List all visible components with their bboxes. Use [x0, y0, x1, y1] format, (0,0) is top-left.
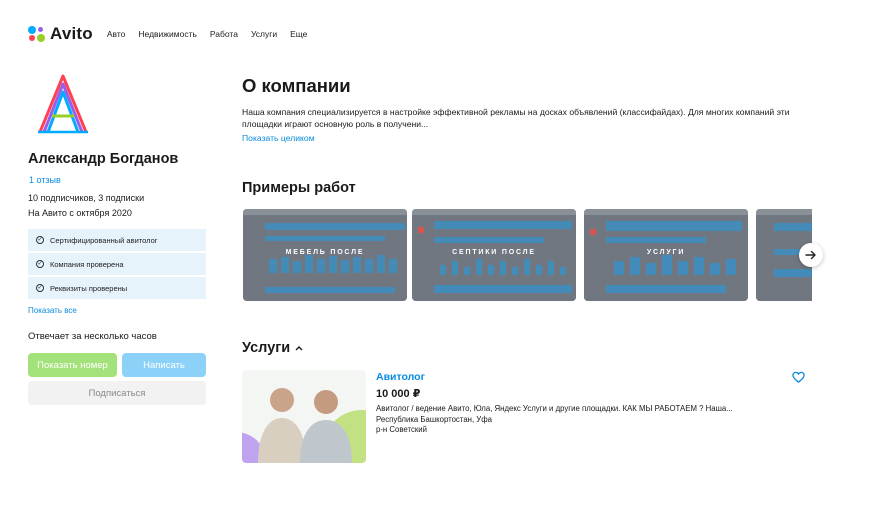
nav-item-auto[interactable]: Авто: [107, 29, 126, 39]
avatar: [38, 74, 88, 134]
subscribers-count: 10 подписчиков, 3 подписки: [28, 193, 145, 203]
nav-item-jobs[interactable]: Работа: [210, 29, 238, 39]
service-title-link[interactable]: Авитолог: [376, 371, 425, 383]
show-all-link[interactable]: Показать все: [28, 306, 77, 315]
work-label: СЕПТИКИ ПОСЛЕ: [452, 249, 536, 256]
profile-name: Александр Богданов: [28, 151, 179, 167]
badge-requisites-verified: ✓ Реквизиты проверены: [28, 277, 206, 299]
services-title-text: Услуги: [242, 340, 291, 356]
work-label: УСЛУГИ: [646, 249, 686, 256]
logo-text: Avito: [50, 24, 93, 43]
arrow-right-icon[interactable]: [799, 243, 823, 267]
chevron-up-icon: [295, 343, 303, 353]
check-circle-icon: ✓: [36, 236, 44, 244]
work-card-furniture[interactable]: МЕБЕЛЬ ПОСЛЕ: [243, 209, 407, 301]
member-since: На Авито с октября 2020: [28, 208, 132, 218]
work-card-services[interactable]: УСЛУГИ: [584, 209, 748, 301]
reply-time: Отвечает за несколько часов: [28, 331, 157, 342]
avito-logo-icon: [28, 25, 46, 43]
reviews-link[interactable]: 1 отзыв: [29, 175, 61, 185]
badge-label: Реквизиты проверены: [50, 283, 128, 293]
badge-label: Компания проверена: [50, 259, 124, 269]
badge-label: Сертифицированный авитолог: [50, 235, 158, 245]
work-label: МЕБЕЛЬ ПОСЛЕ: [285, 249, 365, 256]
nav-item-services[interactable]: Услуги: [251, 29, 277, 39]
subscribe-button[interactable]: Подписаться: [28, 381, 206, 405]
show-full-link[interactable]: Показать целиком: [242, 133, 315, 143]
top-header: Avito Авто Недвижимость Работа Услуги Ещ…: [28, 22, 307, 46]
nav-item-more[interactable]: Еще: [290, 29, 307, 39]
about-title: О компании: [242, 75, 351, 96]
service-price: 10 000 ₽: [376, 388, 421, 400]
badge-company-verified: ✓ Компания проверена: [28, 253, 206, 275]
badge-certified: ✓ Сертифицированный авитолог: [28, 229, 206, 251]
works-carousel: МЕБЕЛЬ ПОСЛЕ СЕПТИКИ ПОСЛЕ УСЛУГИ: [243, 209, 812, 301]
check-circle-icon: ✓: [36, 284, 44, 292]
service-region: Республика Башкортостан, Уфа: [376, 415, 492, 424]
about-text: Наша компания специализируется в настрой…: [242, 107, 790, 129]
service-description: Авитолог / ведение Авито, Юла, Яндекс Ус…: [376, 404, 733, 413]
avito-logo[interactable]: Avito: [28, 24, 93, 44]
verification-badges: ✓ Сертифицированный авитолог ✓ Компания …: [28, 229, 206, 301]
main-nav: Авто Недвижимость Работа Услуги Еще: [107, 29, 308, 39]
works-title: Примеры работ: [242, 180, 356, 196]
service-image[interactable]: [242, 370, 366, 463]
service-district: р-н Советский: [376, 425, 428, 434]
services-title[interactable]: Услуги: [242, 340, 303, 356]
check-circle-icon: ✓: [36, 260, 44, 268]
nav-item-realty[interactable]: Недвижимость: [138, 29, 196, 39]
heart-icon[interactable]: [792, 371, 805, 384]
work-card-septics[interactable]: СЕПТИКИ ПОСЛЕ: [412, 209, 576, 301]
write-message-button[interactable]: Написать: [122, 353, 206, 377]
show-phone-button[interactable]: Показать номер: [28, 353, 117, 377]
